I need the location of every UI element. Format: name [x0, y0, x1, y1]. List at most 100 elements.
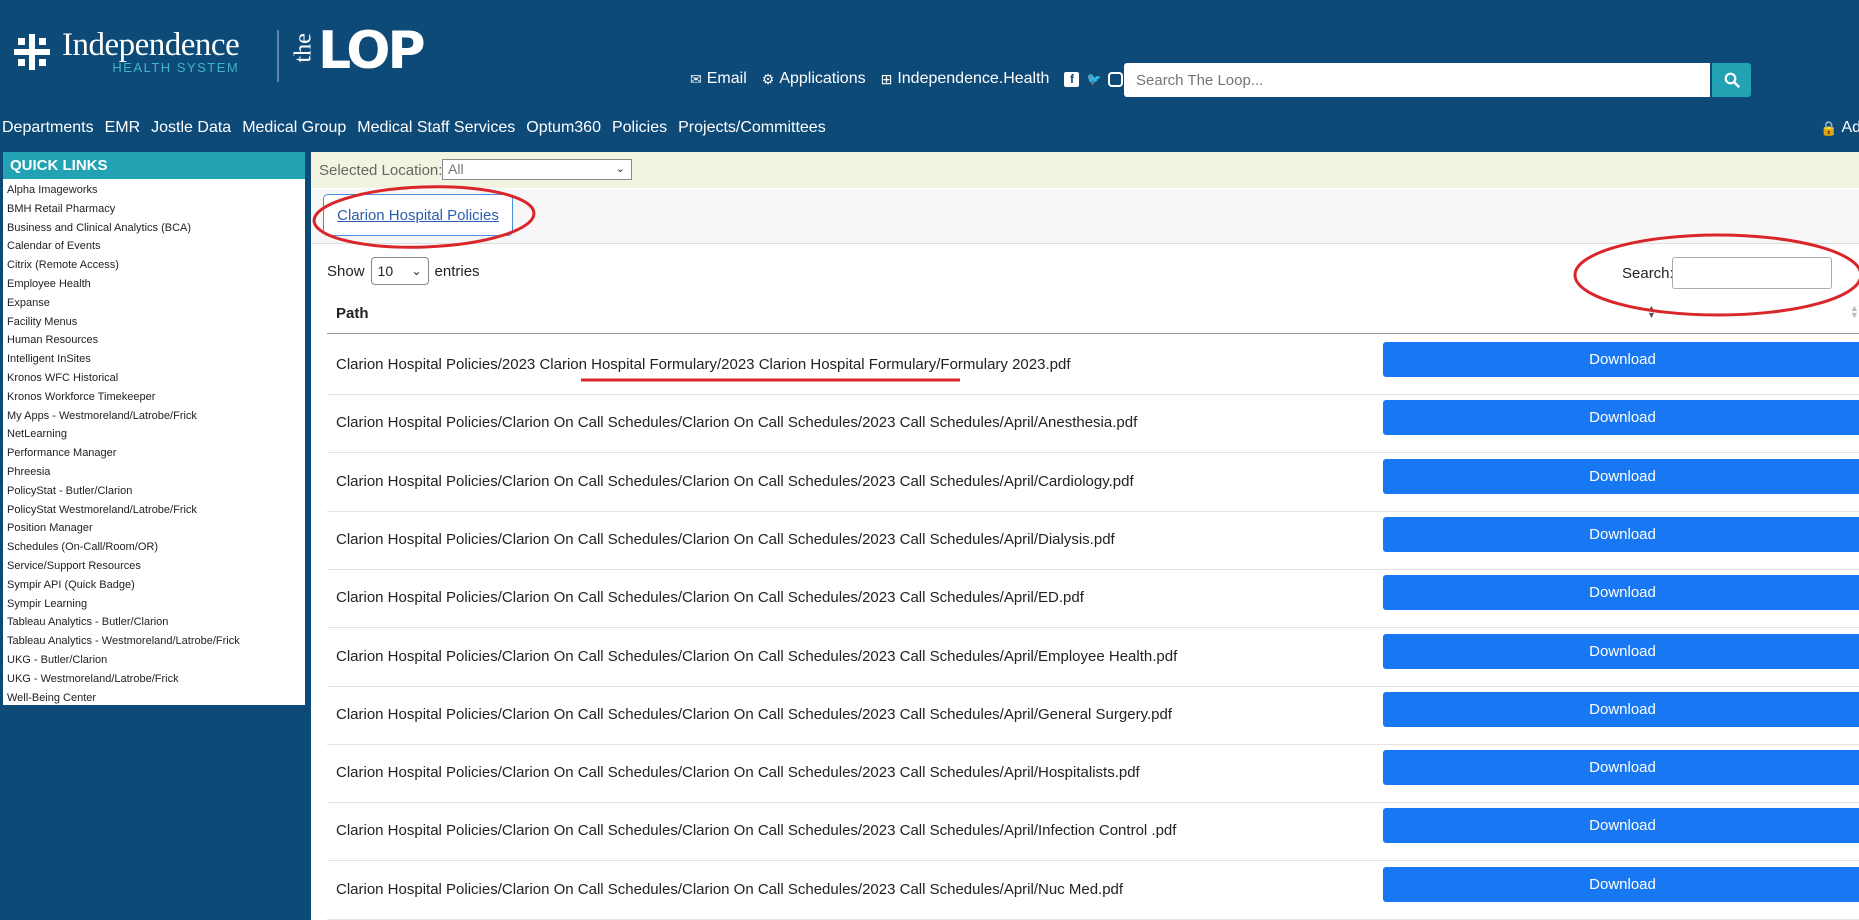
- instagram-icon[interactable]: [1108, 71, 1124, 87]
- applications-link-label: Applications: [779, 70, 866, 87]
- tab-clarion-hospital-policies[interactable]: Clarion Hospital Policies: [323, 194, 513, 236]
- download-button[interactable]: Download: [1383, 400, 1859, 436]
- nav-optum360[interactable]: Optum360: [526, 119, 601, 137]
- independence-health-link-label: Independence.Health: [897, 70, 1050, 87]
- email-link-label: Email: [706, 70, 747, 87]
- file-path-cell: Clarion Hospital Policies/Clarion On Cal…: [336, 414, 1138, 432]
- location-select[interactable]: All ⌄: [442, 159, 632, 180]
- quick-link-item[interactable]: Sympir API (Quick Badge): [7, 576, 305, 595]
- quick-link-item[interactable]: Sympir Learning: [7, 595, 305, 614]
- quick-link-item[interactable]: Facility Menus: [7, 313, 305, 332]
- site-search-input[interactable]: [1124, 63, 1710, 97]
- facebook-icon[interactable]: f: [1064, 71, 1080, 87]
- nav-medical-staff-services[interactable]: Medical Staff Services: [357, 119, 515, 137]
- table-row: Clarion Hospital Policies/Clarion On Cal…: [327, 569, 1859, 629]
- gears-icon: ⚙: [761, 70, 775, 87]
- table-row: Clarion Hospital Policies/Clarion On Cal…: [327, 394, 1859, 454]
- sort-icon[interactable]: ▲ ▼: [1647, 304, 1656, 320]
- quick-link-item[interactable]: Citrix (Remote Access): [7, 256, 305, 275]
- nav-policies[interactable]: Policies: [612, 119, 667, 137]
- location-bar: Selected Location: All ⌄: [311, 152, 1859, 188]
- site-search-button[interactable]: [1712, 63, 1751, 97]
- quick-link-item[interactable]: Performance Manager: [7, 444, 305, 463]
- quick-link-item[interactable]: Employee Health: [7, 275, 305, 294]
- quick-link-item[interactable]: NetLearning: [7, 425, 305, 444]
- quick-link-item[interactable]: Kronos WFC Historical: [7, 369, 305, 388]
- table-row: Clarion Hospital Policies/Clarion On Cal…: [327, 628, 1859, 687]
- download-button[interactable]: Download: [1383, 458, 1859, 494]
- independence-logo[interactable]: Independence HEALTH SYSTEM: [14, 27, 240, 75]
- location-select-value: All: [448, 161, 464, 177]
- quick-links-list: Alpha Imageworks BMH Retail Pharmacy Busin…: [3, 179, 305, 707]
- quick-link-item[interactable]: UKG - Westmoreland/Latrobe/Frick: [7, 670, 305, 689]
- quick-link-item[interactable]: Human Resources: [7, 331, 305, 350]
- quick-link-item[interactable]: Calendar of Events: [7, 237, 305, 256]
- nav-jostle-data[interactable]: Jostle Data: [151, 119, 231, 137]
- quick-link-item[interactable]: Position Manager: [7, 519, 305, 538]
- quick-link-item[interactable]: PolicyStat - Butler/Clarion: [7, 482, 305, 501]
- quick-links-panel: QUICK LINKS Alpha Imageworks BMH Retail P…: [3, 152, 305, 705]
- download-button[interactable]: Download: [1383, 342, 1859, 377]
- file-path-cell: Clarion Hospital Policies/Clarion On Cal…: [336, 530, 1115, 548]
- admin-link[interactable]: 🔒 Ad: [1820, 119, 1859, 137]
- download-button[interactable]: Download: [1383, 750, 1859, 786]
- loop-logo-op: OP: [346, 21, 425, 81]
- quick-link-item[interactable]: PolicyStat Westmoreland/Latrobe/Frick: [7, 501, 305, 520]
- file-path-cell: Clarion Hospital Policies/2023 Clarion H…: [336, 356, 1071, 373]
- loop-logo-l: L: [318, 21, 349, 81]
- table-row: Clarion Hospital Policies/Clarion On Cal…: [327, 802, 1859, 862]
- quick-link-item[interactable]: Intelligent InSites: [7, 350, 305, 369]
- lock-icon: 🔒: [1820, 119, 1838, 136]
- download-button[interactable]: Download: [1383, 516, 1859, 552]
- download-button[interactable]: Download: [1383, 691, 1859, 727]
- table-row: Clarion Hospital Policies/Clarion On Cal…: [327, 861, 1859, 920]
- quick-link-item[interactable]: My Apps - Westmoreland/Latrobe/Frick: [7, 407, 305, 426]
- table-search-label: Search:: [1622, 265, 1674, 282]
- entries-select[interactable]: 10 ⌄: [370, 257, 429, 285]
- nav-emr[interactable]: EMR: [105, 119, 141, 137]
- file-path-cell: Clarion Hospital Policies/Clarion On Cal…: [336, 647, 1178, 665]
- admin-link-label: Ad: [1841, 119, 1859, 136]
- quick-link-item[interactable]: Well-Being Center: [7, 689, 305, 708]
- twitter-icon[interactable]: 🐦: [1086, 72, 1101, 87]
- independence-health-link[interactable]: ⊞ Independence.Health: [881, 70, 1050, 88]
- entries-label: entries: [434, 262, 480, 280]
- quick-link-item[interactable]: Tableau Analytics - Westmoreland/Latrobe…: [7, 632, 305, 651]
- show-label: Show: [327, 262, 365, 280]
- download-button[interactable]: Download: [1383, 808, 1859, 844]
- quick-link-item[interactable]: Schedules (On-Call/Room/OR): [7, 538, 305, 557]
- sitemap-icon: ⊞: [880, 70, 893, 87]
- quick-link-item[interactable]: Phreesia: [7, 463, 305, 482]
- table-row: Clarion Hospital Policies/Clarion On Cal…: [327, 744, 1859, 804]
- the-loop-logo[interactable]: the LOP: [290, 21, 426, 81]
- quick-link-item[interactable]: BMH Retail Pharmacy: [7, 200, 305, 219]
- brand-name: Independence: [62, 27, 240, 63]
- download-button[interactable]: Download: [1383, 633, 1859, 669]
- nav-projects-committees[interactable]: Projects/Committees: [678, 119, 826, 137]
- nav-medical-group[interactable]: Medical Group: [242, 119, 346, 137]
- quick-link-item[interactable]: Business and Clinical Analytics (BCA): [7, 219, 305, 238]
- quick-link-item[interactable]: UKG - Butler/Clarion: [7, 651, 305, 670]
- column-header-path[interactable]: Path: [336, 305, 369, 322]
- quick-link-item[interactable]: Expanse: [7, 294, 305, 313]
- chevron-down-icon: ⌄: [615, 163, 625, 175]
- download-button[interactable]: Download: [1383, 575, 1859, 611]
- table-search-input[interactable]: [1672, 257, 1832, 289]
- sort-icon[interactable]: ▲ ▼: [1850, 304, 1859, 320]
- tab-clarion-hospital-policies-label[interactable]: Clarion Hospital Policies: [337, 207, 499, 224]
- quick-link-item[interactable]: Kronos Workforce Timekeeper: [7, 388, 305, 407]
- email-link[interactable]: ✉ Email: [690, 70, 747, 88]
- table-row: Clarion Hospital Policies/Clarion On Cal…: [327, 511, 1859, 570]
- nav-departments[interactable]: Departments: [2, 119, 94, 137]
- file-path-cell: Clarion Hospital Policies/Clarion On Cal…: [336, 705, 1172, 723]
- loop-logo-the: the: [290, 33, 317, 63]
- policy-tabs: Clarion Hospital Policies: [311, 189, 1859, 244]
- quick-link-item[interactable]: Tableau Analytics - Butler/Clarion: [7, 613, 305, 632]
- quick-link-item[interactable]: Service/Support Resources: [7, 557, 305, 576]
- chevron-down-icon: ⌄: [411, 264, 422, 278]
- download-button[interactable]: Download: [1383, 866, 1859, 902]
- applications-link[interactable]: ⚙ Applications: [762, 70, 866, 88]
- top-links: ✉ Email ⚙ Applications ⊞ Independence.He…: [690, 70, 1140, 88]
- entries-control: Show 10 ⌄ entries: [327, 257, 480, 285]
- quick-link-item[interactable]: Alpha Imageworks: [7, 181, 305, 200]
